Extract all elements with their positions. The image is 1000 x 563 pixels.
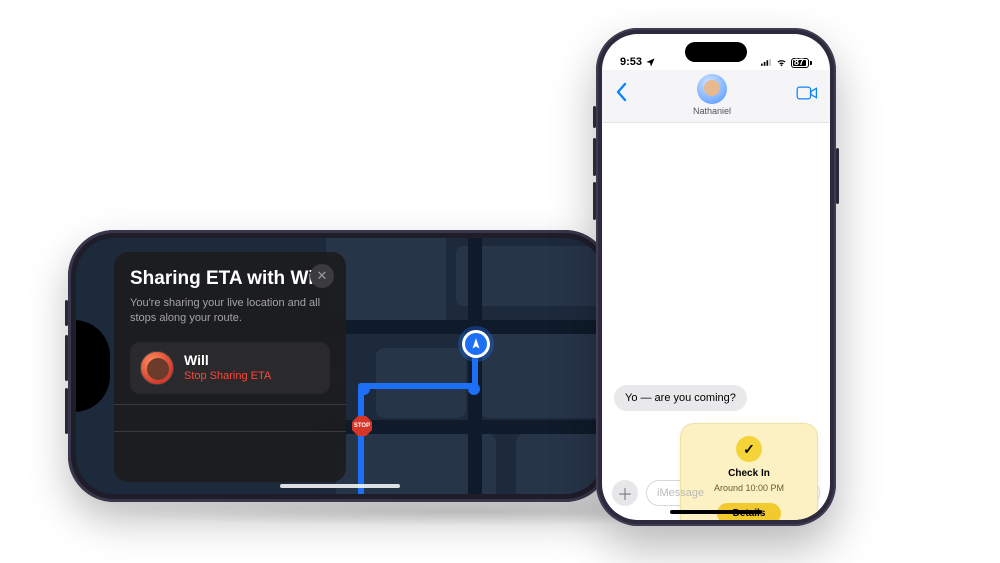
checkin-title: Check In [728,468,770,479]
attach-button[interactable]: ＋ [612,480,638,506]
cellular-icon [761,57,772,68]
message-bubble-incoming[interactable]: Yo — are you coming? [614,385,747,411]
phone-portrait: 9:53 87 Nathaniel [596,28,836,526]
stop-sign-icon: STOP [352,416,372,436]
user-location-marker[interactable] [462,330,490,358]
home-indicator[interactable] [670,510,762,514]
back-button[interactable] [614,82,628,108]
close-icon: ✕ [317,268,328,284]
check-icon: ✓ [736,436,762,462]
video-icon [796,85,818,101]
conversation-header: Nathaniel [602,70,830,123]
phone-landscape: Ave STOP ✕ Sharing ETA with Will You're … [68,230,611,502]
card-title: Sharing ETA with Will [130,268,330,290]
contact-row[interactable]: Will Stop Sharing ETA [130,342,330,394]
home-indicator[interactable] [280,484,400,488]
status-time: 9:53 [620,56,642,68]
location-services-icon [645,57,656,68]
location-arrow-icon [469,337,483,351]
share-eta-card: ✕ Sharing ETA with Will You're sharing y… [114,252,346,482]
chevron-left-icon [614,82,628,102]
avatar [697,74,727,104]
battery-icon: 87 [791,58,812,68]
contact-header[interactable]: Nathaniel [693,74,731,116]
facetime-button[interactable] [796,85,818,106]
checkin-subtitle: Around 10:00 PM [714,483,784,493]
checkin-card[interactable]: ✓ Check In Around 10:00 PM Details [680,423,818,520]
stop-sharing-link[interactable]: Stop Sharing ETA [184,370,271,382]
message-text: Yo — are you coming? [625,392,736,404]
message-thread[interactable]: Yo — are you coming? ✓ Check In Around 1… [602,123,830,478]
contact-name: Nathaniel [693,106,731,116]
wifi-icon [776,57,787,68]
avatar [140,351,174,385]
dynamic-island [685,42,747,62]
plus-icon: ＋ [617,481,633,505]
close-button[interactable]: ✕ [310,264,334,288]
contact-name: Will [184,353,271,368]
card-subtitle: You're sharing your live location and al… [130,296,330,326]
